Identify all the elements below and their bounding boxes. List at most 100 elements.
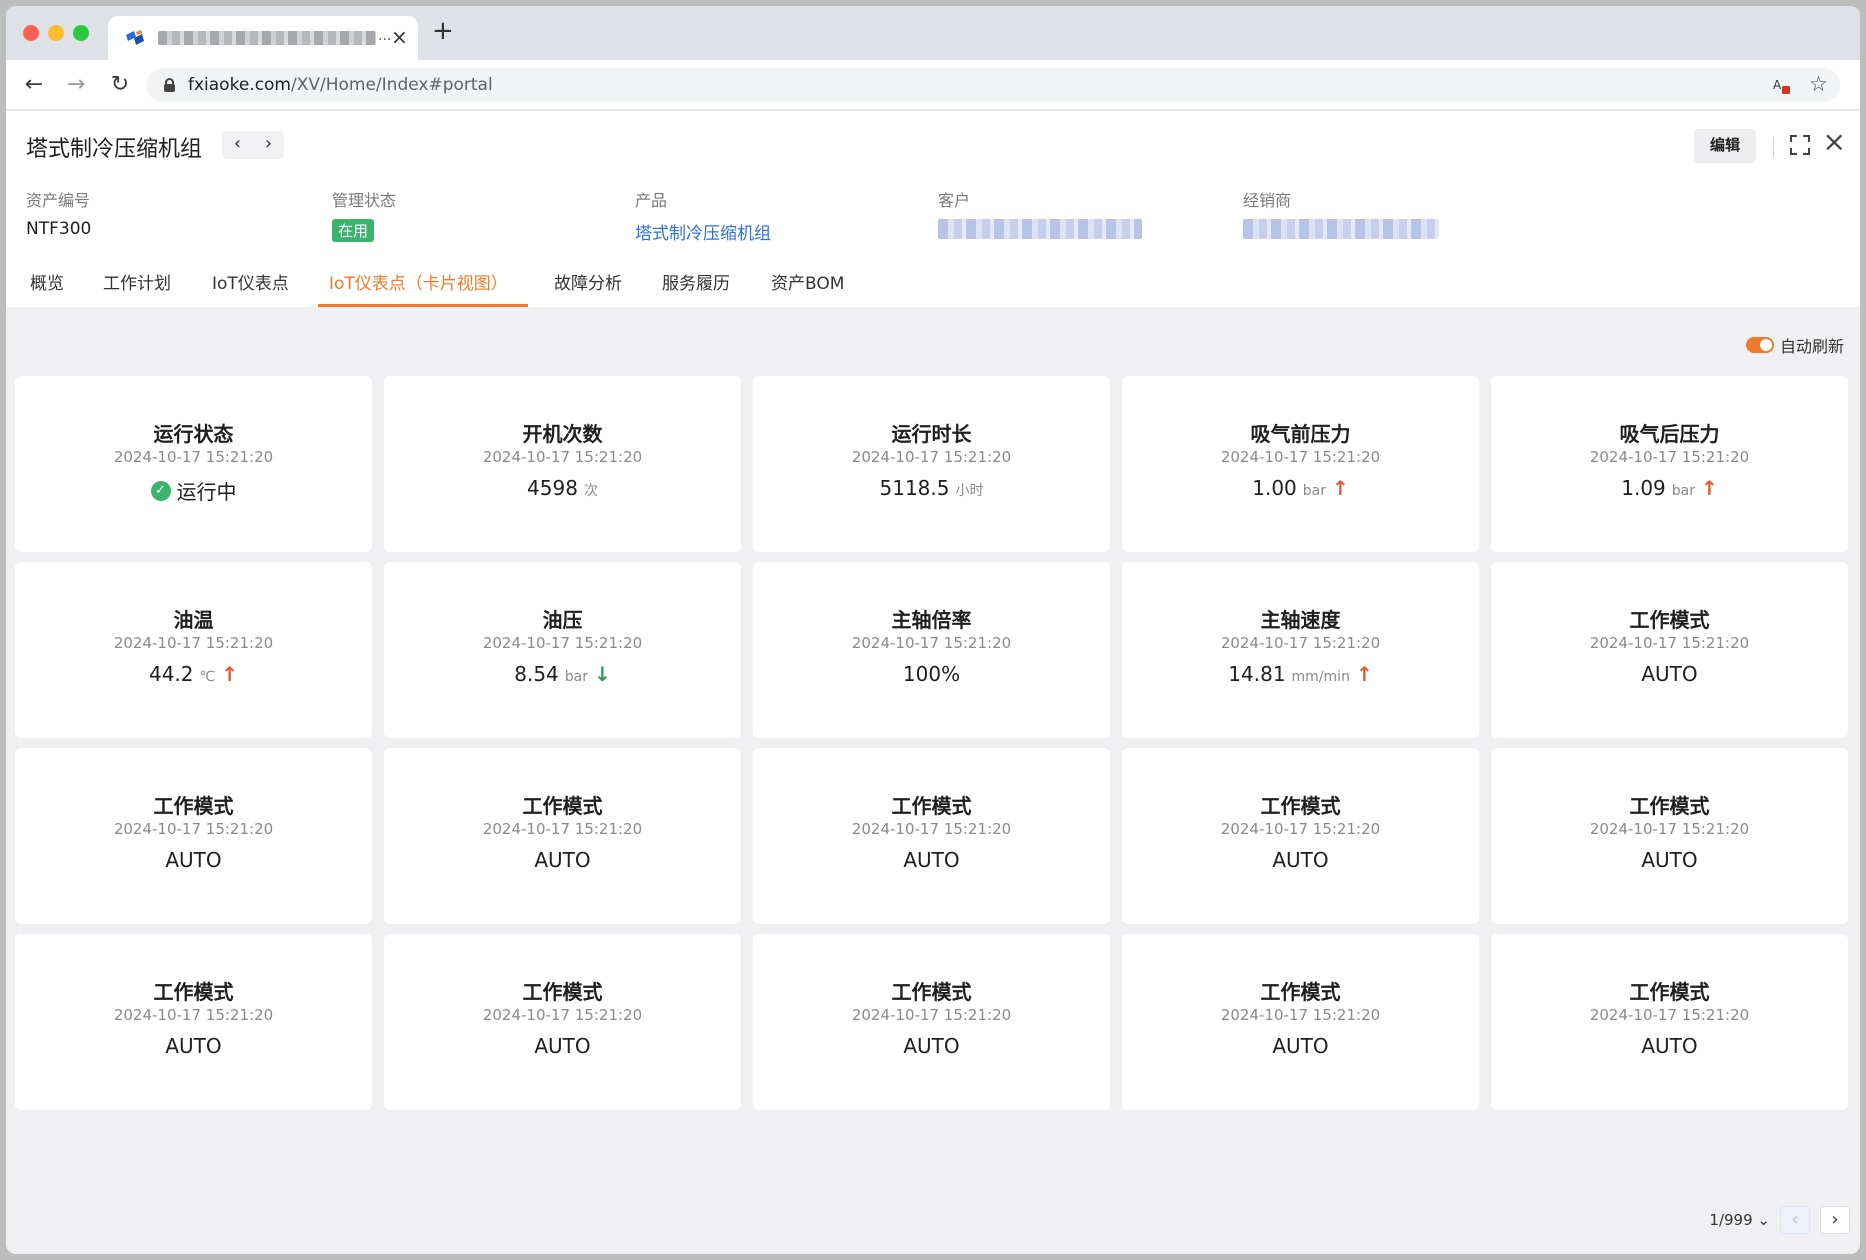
chevron-left-icon[interactable]: ‹: [222, 133, 253, 154]
iot-card[interactable]: 油压 2024-10-17 15:21:20 8.54 bar ↓: [384, 562, 741, 738]
back-arrow-icon[interactable]: ←: [20, 71, 48, 99]
card-timestamp: 2024-10-17 15:21:20: [482, 634, 643, 652]
iot-card[interactable]: 油温 2024-10-17 15:21:20 44.2 ℃ ↑: [15, 562, 372, 738]
url-text[interactable]: fxiaoke.com/XV/Home/Index#portal: [188, 75, 493, 95]
browser-tab-strip: ... × +: [6, 6, 1860, 60]
edit-button[interactable]: 编辑: [1693, 129, 1756, 163]
close-icon[interactable]: ×: [1823, 127, 1846, 157]
translate-extension-icon[interactable]: A: [1772, 76, 1792, 96]
auto-refresh-label: 自动刷新: [1779, 337, 1844, 356]
card-timestamp: 2024-10-17 15:21:20: [1589, 820, 1750, 838]
page-content: 塔式制冷压缩机组 ‹ › 编辑 × 资产编号 NTF300 管理状态 在用 产品…: [6, 111, 1860, 1254]
status-badge: 在用: [332, 219, 375, 242]
svg-text:A: A: [1773, 78, 1782, 92]
iot-card[interactable]: 工作模式 2024-10-17 15:21:20 AUTO: [15, 934, 372, 1110]
card-timestamp: 2024-10-17 15:21:20: [113, 1006, 274, 1024]
record-pager: ‹ ›: [222, 131, 284, 159]
iot-card[interactable]: 工作模式 2024-10-17 15:21:20 AUTO: [1491, 934, 1848, 1110]
card-timestamp: 2024-10-17 15:21:20: [851, 634, 1012, 652]
card-value: AUTO: [1641, 848, 1698, 872]
card-title: 油压: [542, 608, 583, 632]
tab-work-plan[interactable]: 工作计划: [103, 269, 171, 294]
next-page-button[interactable]: ›: [1820, 1206, 1850, 1234]
field-management-status: 管理状态 在用: [332, 187, 397, 242]
auto-refresh-toggle[interactable]: [1745, 337, 1774, 353]
fullscreen-icon[interactable]: [1790, 135, 1810, 155]
iot-card[interactable]: 工作模式 2024-10-17 15:21:20 AUTO: [384, 748, 741, 924]
iot-card[interactable]: 吸气后压力 2024-10-17 15:21:20 1.09 bar ↑: [1491, 376, 1848, 552]
card-unit: bar: [564, 669, 588, 685]
iot-card[interactable]: 运行时长 2024-10-17 15:21:20 5118.5 小时: [753, 376, 1110, 552]
forward-arrow-icon[interactable]: →: [62, 71, 90, 99]
prev-page-button[interactable]: ‹: [1780, 1206, 1810, 1234]
iot-card[interactable]: 工作模式 2024-10-17 15:21:20 AUTO: [753, 748, 1110, 924]
field-value: [1243, 219, 1439, 241]
new-tab-button[interactable]: +: [432, 18, 454, 44]
card-unit: bar: [1302, 483, 1326, 499]
field-value: 在用: [332, 219, 396, 242]
iot-card[interactable]: 工作模式 2024-10-17 15:21:20 AUTO: [1122, 934, 1479, 1110]
iot-card[interactable]: 主轴倍率 2024-10-17 15:21:20 100%: [753, 562, 1110, 738]
tab-overview[interactable]: 概览: [30, 269, 64, 294]
card-value: AUTO: [165, 848, 222, 872]
card-title: 工作模式: [522, 794, 603, 818]
card-unit: 小时: [955, 483, 984, 499]
window-zoom-dot[interactable]: [73, 25, 89, 41]
card-timestamp: 2024-10-17 15:21:20: [1220, 634, 1381, 652]
reload-icon[interactable]: ↻: [106, 71, 134, 99]
card-value-row: ✓ 运行中: [15, 476, 372, 505]
iot-card[interactable]: 工作模式 2024-10-17 15:21:20 AUTO: [1491, 562, 1848, 738]
page-indicator[interactable]: 1/999 ⌄: [1709, 1211, 1770, 1229]
address-bar[interactable]: fxiaoke.com/XV/Home/Index#portal A ☆: [146, 68, 1840, 102]
card-value-row: 100%: [753, 662, 1110, 686]
iot-card[interactable]: 工作模式 2024-10-17 15:21:20 AUTO: [753, 934, 1110, 1110]
chevron-right-icon[interactable]: ›: [253, 133, 284, 154]
card-value-row: 4598 次: [384, 476, 741, 500]
product-link[interactable]: 塔式制冷压缩机组: [635, 219, 771, 244]
trend-up-icon: ↑: [221, 662, 239, 686]
iot-card[interactable]: 主轴速度 2024-10-17 15:21:20 14.81 mm/min ↑: [1122, 562, 1479, 738]
card-value: AUTO: [1641, 1034, 1698, 1058]
card-timestamp: 2024-10-17 15:21:20: [1589, 1006, 1750, 1024]
url-host: fxiaoke.com: [188, 75, 291, 95]
card-timestamp: 2024-10-17 15:21:20: [113, 634, 274, 652]
tab-service-history[interactable]: 服务履历: [662, 269, 730, 294]
card-title: 主轴倍率: [891, 608, 972, 632]
field-dealer: 经销商: [1243, 187, 1439, 241]
pagination: 1/999 ⌄ ‹ ›: [1709, 1206, 1850, 1234]
iot-card[interactable]: 工作模式 2024-10-17 15:21:20 AUTO: [1491, 748, 1848, 924]
window-minimize-dot[interactable]: [48, 25, 64, 41]
iot-card[interactable]: 运行状态 2024-10-17 15:21:20 ✓ 运行中: [15, 376, 372, 552]
tab-iot-points[interactable]: IoT仪表点: [212, 269, 289, 294]
card-value: AUTO: [903, 848, 960, 872]
card-value-row: 44.2 ℃ ↑: [15, 662, 372, 686]
card-timestamp: 2024-10-17 15:21:20: [1220, 1006, 1381, 1024]
tab-close-icon[interactable]: ×: [391, 25, 408, 49]
iot-card[interactable]: 工作模式 2024-10-17 15:21:20 AUTO: [384, 934, 741, 1110]
bookmark-star-icon[interactable]: ☆: [1809, 72, 1828, 96]
iot-card[interactable]: 工作模式 2024-10-17 15:21:20 AUTO: [1122, 748, 1479, 924]
field-label: 产品: [635, 191, 668, 210]
customer-link-redacted[interactable]: [938, 219, 1142, 239]
card-title: 工作模式: [1260, 980, 1341, 1004]
iot-card[interactable]: 工作模式 2024-10-17 15:21:20 AUTO: [15, 748, 372, 924]
browser-toolbar: ← → ↻ fxiaoke.com/XV/Home/Index#portal A…: [6, 60, 1860, 110]
window-close-dot[interactable]: [23, 25, 39, 41]
iot-card[interactable]: 开机次数 2024-10-17 15:21:20 4598 次: [384, 376, 741, 552]
card-value-row: AUTO: [384, 848, 741, 872]
browser-tab-active[interactable]: ... ×: [108, 16, 418, 60]
card-title: 油温: [173, 608, 214, 632]
dealer-link-redacted[interactable]: [1243, 219, 1439, 239]
card-value-row: AUTO: [1122, 1034, 1479, 1058]
card-title: 工作模式: [153, 980, 234, 1004]
card-value: 4598: [527, 476, 578, 500]
iot-card[interactable]: 吸气前压力 2024-10-17 15:21:20 1.00 bar ↑: [1122, 376, 1479, 552]
field-label: 管理状态: [332, 191, 397, 210]
tab-asset-bom[interactable]: 资产BOM: [771, 269, 844, 294]
tab-iot-points-card-view[interactable]: IoT仪表点（卡片视图）: [329, 269, 508, 294]
tab-fault-analysis[interactable]: 故障分析: [554, 269, 622, 294]
field-label: 资产编号: [26, 191, 91, 210]
trend-up-icon: ↑: [1332, 476, 1349, 500]
page-title: 塔式制冷压缩机组: [26, 137, 203, 162]
check-circle-icon: ✓: [150, 480, 171, 501]
